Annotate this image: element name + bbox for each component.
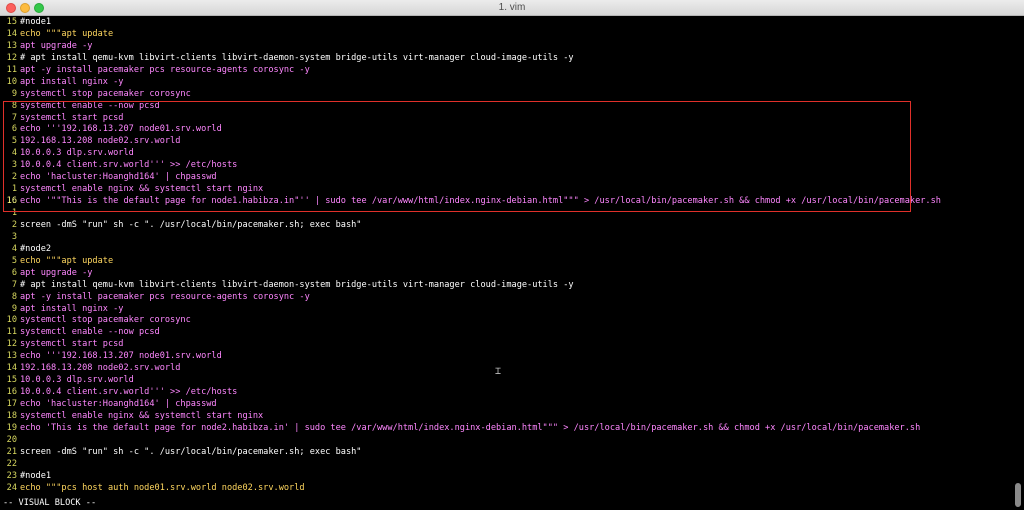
line-number: 19 [6, 422, 17, 433]
code-text: 10.0.0.3 dlp.srv.world [20, 375, 134, 386]
code-line[interactable]: 22 [0, 459, 1012, 471]
code-line[interactable]: 12 # apt install qemu-kvm libvirt-clients… [0, 53, 1012, 65]
window-title: 1. vim [498, 2, 526, 13]
line-number: 14 [6, 363, 17, 374]
code-line[interactable]: 2 screen -dmS "run" sh -c ". /usr/local/b… [0, 220, 1012, 232]
line-number: 18 [6, 410, 17, 421]
code-line[interactable]: 3 [0, 232, 1012, 244]
line-number: 15 [6, 17, 17, 27]
code-line[interactable]: 10 systemctl stop pacemaker corosync [0, 315, 1012, 327]
code-line[interactable]: 16 10.0.0.4 client.srv.world''' >> /etc/h… [0, 387, 1012, 399]
line-number: 22 [6, 458, 17, 469]
code-text: systemctl enable --now pcsd [20, 327, 160, 338]
code-text: systemctl stop pacemaker corosync [20, 315, 191, 326]
code-text: 10.0.0.4 client.srv.world''' >> /etc/hos… [20, 387, 238, 398]
code-line[interactable]: 15 10.0.0.3 dlp.srv.world [0, 375, 1012, 387]
code-line[interactable]: 12 systemctl start pcsd [0, 339, 1012, 351]
terminal-window: 1. vim 15 #node1 14 echo """apt update 13 apt… [0, 0, 1024, 510]
code-line[interactable]: 9 apt install nginx -y [0, 304, 1012, 316]
line-number: 9 [11, 88, 17, 99]
code-text: #node1 [20, 17, 52, 27]
code-line[interactable]: 13 echo '''192.168.13.207 node01.srv.worl… [0, 351, 1012, 363]
line-number: 11 [6, 64, 17, 75]
line-number: 3 [11, 231, 17, 242]
code-text: apt -y install pacemaker pcs resource-ag… [20, 64, 310, 75]
code-text: systemctl enable nginx && systemctl star… [20, 410, 264, 421]
line-number: 12 [6, 52, 17, 63]
code-line[interactable]: 20 [0, 435, 1012, 447]
line-number: 15 [6, 375, 17, 386]
line-number: 17 [6, 399, 17, 409]
code-line[interactable]: 10 apt install nginx -y [0, 77, 1012, 89]
code-line[interactable]: 9 systemctl stop pacemaker corosync [0, 89, 1012, 101]
scrollbar-thumb[interactable] [1015, 483, 1021, 507]
code-text: #node2 [20, 243, 52, 254]
line-number: 4 [11, 243, 17, 254]
code-line[interactable]: 14 192.168.13.208 node02.srv.world [0, 363, 1012, 375]
line-number: 21 [6, 446, 17, 457]
code-line[interactable]: 5 echo """apt update [0, 256, 1012, 268]
code-line[interactable]: 23 #node1 [0, 471, 1012, 483]
code-text: #node1 [20, 470, 52, 481]
line-number: 16 [6, 387, 17, 398]
code-line[interactable]: 8 apt -y install pacemaker pcs resource-a… [0, 292, 1012, 304]
code-text: echo '''192.168.13.207 node01.srv.world [20, 351, 222, 362]
code-text: apt upgrade -y [20, 40, 93, 51]
vim-mode-status: -- VISUAL BLOCK -- [3, 498, 97, 508]
code-line[interactable]: 17 echo 'hacluster:Hoanghd164' | chpasswd [0, 399, 1012, 411]
code-line[interactable]: 7 # apt install qemu-kvm libvirt-clients … [0, 280, 1012, 292]
line-number: 14 [6, 28, 17, 39]
line-number: 10 [6, 315, 17, 326]
code-text: echo """apt update [20, 255, 114, 266]
line-number: 6 [11, 267, 17, 278]
code-text: apt upgrade -y [20, 267, 93, 278]
code-line[interactable]: 18 systemctl enable nginx && systemctl st… [0, 411, 1012, 423]
code-line[interactable]: 13 apt upgrade -y [0, 41, 1012, 53]
code-text: systemctl start pcsd [20, 339, 124, 350]
vim-editor[interactable]: 15 #node1 14 echo """apt update 13 apt upgrad… [0, 17, 1012, 497]
code-line[interactable]: 6 apt upgrade -y [0, 268, 1012, 280]
code-line[interactable]: 11 systemctl enable --now pcsd [0, 327, 1012, 339]
code-line[interactable]: 21 screen -dmS "run" sh -c ". /usr/local/… [0, 447, 1012, 459]
code-line[interactable]: 24 echo """pcs host auth node01.srv.world… [0, 483, 1012, 495]
code-text: echo 'hacluster:Hoanghd164' | chpasswd [20, 399, 217, 409]
code-text: screen -dmS "run" sh -c ". /usr/local/bi… [20, 219, 362, 230]
line-number: 2 [11, 219, 17, 230]
line-number: 20 [6, 434, 17, 445]
code-text: echo """apt update [20, 28, 114, 39]
code-text: systemctl stop pacemaker corosync [20, 88, 191, 99]
code-line[interactable]: 14 echo """apt update [0, 29, 1012, 41]
code-text: apt -y install pacemaker pcs resource-ag… [20, 291, 310, 302]
line-number: 8 [11, 291, 17, 302]
code-text: echo """pcs host auth node01.srv.world n… [20, 482, 305, 493]
code-text: # apt install qemu-kvm libvirt-clients l… [20, 279, 574, 290]
line-number: 13 [6, 40, 17, 51]
code-text: # apt install qemu-kvm libvirt-clients l… [20, 52, 574, 63]
code-text: 192.168.13.208 node02.srv.world [20, 363, 181, 374]
visual-block-selection [3, 101, 911, 212]
line-number: 11 [6, 327, 17, 338]
line-number: 5 [11, 255, 17, 266]
line-number: 23 [6, 470, 17, 481]
vertical-scrollbar[interactable] [1012, 17, 1024, 510]
code-text: apt install nginx -y [20, 76, 124, 87]
code-text: echo 'This is the default page for node2… [20, 422, 921, 433]
line-number: 9 [11, 303, 17, 314]
code-line[interactable]: 19 echo 'This is the default page for nod… [0, 423, 1012, 435]
code-line[interactable]: 15 #node1 [0, 17, 1012, 29]
code-text: apt install nginx -y [20, 303, 124, 314]
line-number: 13 [6, 351, 17, 362]
line-number: 7 [11, 279, 17, 290]
line-number: 12 [6, 339, 17, 350]
line-number: 24 [6, 482, 17, 493]
code-text: screen -dmS "run" sh -c ". /usr/local/bi… [20, 446, 362, 457]
code-line[interactable]: 11 apt -y install pacemaker pcs resource-… [0, 65, 1012, 77]
title-bar[interactable]: 1. vim [0, 0, 1024, 16]
code-line[interactable]: 4 #node2 [0, 244, 1012, 256]
text-cursor-icon: ⌶ [495, 366, 502, 377]
line-number: 10 [6, 76, 17, 87]
